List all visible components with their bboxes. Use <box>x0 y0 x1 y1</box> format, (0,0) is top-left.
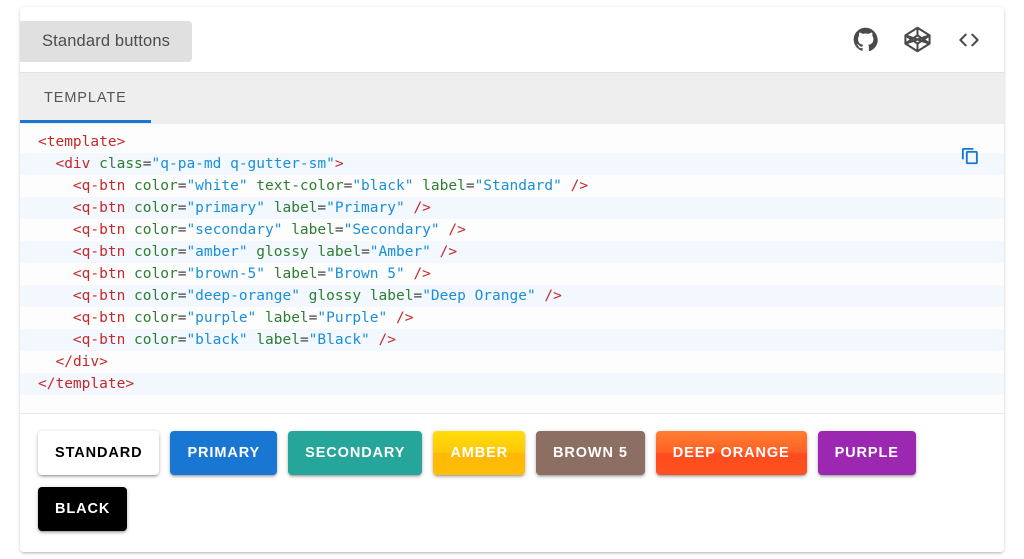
code-line: <q-btn color="secondary" label="Secondar… <box>20 219 1004 241</box>
button-row: Standard Primary Secondary Amber Brown 5 Deep… <box>20 414 1004 531</box>
github-icon[interactable] <box>850 25 880 55</box>
page-root: Standard buttons TEMPLATE <template> <di… <box>0 0 1024 559</box>
title-tag-label: Standard buttons <box>42 32 171 50</box>
code-line: <q-btn color="primary" label="Primary" /… <box>20 197 1004 219</box>
code-lines: <template> <div class="q-pa-md q-gutter-… <box>20 124 1004 395</box>
code-line: </template> <box>20 373 1004 395</box>
code-block: <template> <div class="q-pa-md q-gutter-… <box>20 123 1004 413</box>
secondary-button[interactable]: Secondary <box>288 431 423 475</box>
code-icon[interactable] <box>954 25 984 55</box>
standard-button[interactable]: Standard <box>38 431 160 475</box>
code-line: <q-btn color="purple" label="Purple" /> <box>20 307 1004 329</box>
deep-orange-button[interactable]: Deep Orange <box>656 431 807 475</box>
black-button[interactable]: Black <box>38 487 128 531</box>
tab-template[interactable]: TEMPLATE <box>20 73 151 123</box>
primary-button[interactable]: Primary <box>170 431 278 475</box>
tab-bar: TEMPLATE <box>20 72 1004 123</box>
example-card: Standard buttons TEMPLATE <template> <di… <box>20 7 1004 552</box>
code-line: <template> <box>20 131 1004 153</box>
code-line: </div> <box>20 351 1004 373</box>
code-line: <div class="q-pa-md q-gutter-sm"> <box>20 153 1004 175</box>
code-line: <q-btn color="deep-orange" glossy label=… <box>20 285 1004 307</box>
title-tag: Standard buttons <box>20 21 193 62</box>
purple-button[interactable]: Purple <box>817 431 916 475</box>
amber-button[interactable]: Amber <box>433 431 525 475</box>
code-line: <q-btn color="white" text-color="black" … <box>20 175 1004 197</box>
codepen-icon[interactable] <box>902 25 932 55</box>
copy-icon[interactable] <box>956 141 984 169</box>
demo-area: Standard Primary Secondary Amber Brown 5 Deep… <box>20 413 1004 552</box>
code-line: <q-btn color="black" label="Black" /> <box>20 329 1004 351</box>
brown-5-button[interactable]: Brown 5 <box>536 431 645 475</box>
code-line: <q-btn color="amber" glossy label="Amber… <box>20 241 1004 263</box>
tab-template-label: TEMPLATE <box>44 90 127 106</box>
code-line: <q-btn color="brown-5" label="Brown 5" /… <box>20 263 1004 285</box>
